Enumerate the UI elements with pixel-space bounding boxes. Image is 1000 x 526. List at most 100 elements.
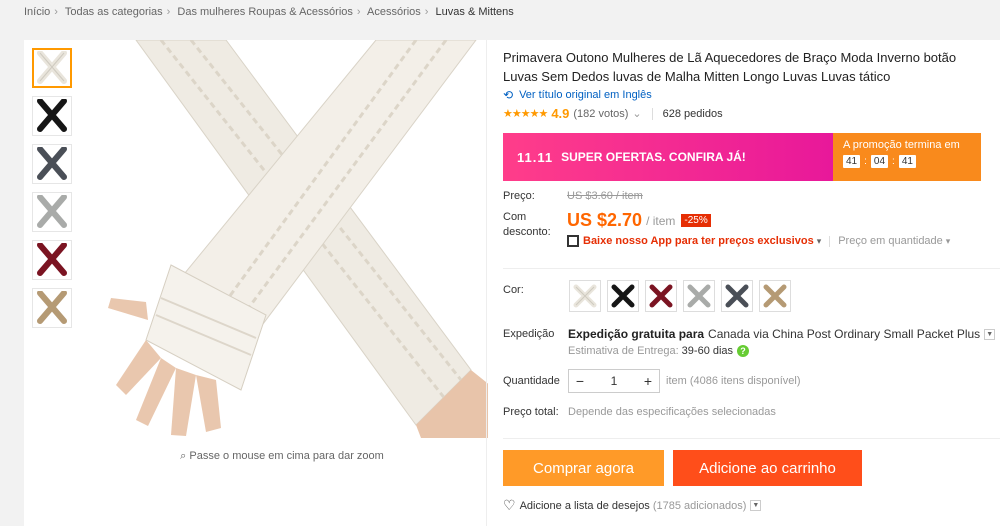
app-promo-row: Baixe nosso App para ter preços exclusiv… [567, 235, 950, 247]
countdown-colon: : [864, 156, 867, 167]
current-price: US $2.70 [567, 210, 643, 230]
product-card: ⌕ Passe o mouse em cima para dar zoom Pr… [24, 40, 1000, 526]
quantity-label: Quantidade [503, 375, 560, 387]
thumbnail-list [32, 48, 74, 336]
promo-offer[interactable]: 11.11 SUPER OFERTAS. CONFIRA JÁ! [503, 133, 833, 181]
old-price: US $3.60 / item [567, 190, 643, 202]
thumbnail-4[interactable] [32, 192, 72, 232]
quantity-stepper: − 1 + [568, 369, 660, 393]
main-product-image[interactable] [76, 40, 488, 438]
orders-count: 628 pedidos [662, 107, 723, 120]
section-divider [503, 438, 1000, 439]
breadcrumb-separator: › [424, 6, 429, 18]
old-price-row: Preço: US $3.60 / item [503, 190, 981, 202]
help-icon[interactable]: ? [737, 345, 750, 357]
total-row: Preço total: Depende das especificações … [503, 406, 776, 418]
discount-price-label: Com desconto: [503, 211, 551, 238]
breadcrumb-separator: › [54, 6, 58, 18]
countdown-colon: : [892, 156, 895, 167]
countdown: 41 : 04 : 41 [843, 155, 981, 168]
color-swatch-cream[interactable] [569, 280, 601, 312]
breadcrumb-accessories[interactable]: Acessórios [367, 6, 421, 18]
promo-badge: 11.11 [517, 149, 554, 165]
rating-row: ★★★★★ 4.9 (182 votos) ⌄ 628 pedidos [503, 106, 1000, 121]
color-selector: Cor: [503, 280, 797, 312]
stock-available: item (4086 itens disponível) [666, 375, 801, 387]
color-swatch-wine[interactable] [645, 280, 677, 312]
rating-score: 4.9 [551, 106, 570, 121]
color-swatch-black[interactable] [607, 280, 639, 312]
breadcrumb-all-categories[interactable]: Todas as categorias [65, 6, 163, 18]
promo-banner[interactable]: 11.11 SUPER OFERTAS. CONFIRA JÁ! A promo… [503, 133, 981, 181]
thumbnail-3[interactable] [32, 144, 72, 184]
shipping-label: Expedição [503, 328, 555, 340]
estimate-days: 39-60 dias [681, 345, 734, 357]
shipping-line: Expedição Expedição gratuita para Canada… [503, 327, 1000, 341]
shipping-destination[interactable]: Canada via China Post Ordinary Small Pac… [708, 327, 980, 341]
app-promo-link[interactable]: Baixe nosso App para ter preços exclusiv… [583, 235, 814, 247]
caret-down-icon[interactable]: ▾ [817, 236, 822, 247]
translate-icon: ⟲ [503, 88, 514, 102]
price-block: Preço: US $3.60 / item Com desconto: US … [503, 190, 981, 247]
translate-link[interactable]: ⟲ Ver título original em Inglês [503, 88, 1000, 102]
search-icon: ⌕ [180, 450, 190, 462]
buy-now-button[interactable]: Comprar agora [503, 450, 664, 486]
promo-text: SUPER OFERTAS. CONFIRA JÁ! [561, 150, 746, 164]
thumbnail-5[interactable] [32, 240, 72, 280]
quantity-row: Quantidade − 1 + item (4086 itens dispon… [503, 369, 801, 393]
color-swatch-khaki[interactable] [759, 280, 791, 312]
color-swatch-dark-gray[interactable] [721, 280, 753, 312]
action-buttons: Comprar agora Adicione ao carrinho [503, 450, 862, 486]
new-price-row: Com desconto: US $2.70 / item -25% Baixe… [503, 210, 981, 247]
wishlist-count: (1785 adicionados) [652, 499, 747, 512]
delivery-estimate: Estimativa de Entrega: 39-60 dias ? [568, 345, 1000, 357]
translate-link-text[interactable]: Ver título original em Inglês [519, 89, 652, 101]
thumbnail-6[interactable] [32, 288, 72, 328]
price-label: Preço: [503, 190, 535, 202]
quantity-input[interactable]: 1 [591, 374, 637, 388]
heart-icon[interactable]: ♡ [503, 497, 516, 514]
wishlist-link[interactable]: Adicione a lista de desejos [520, 500, 650, 512]
chevron-down-icon[interactable]: ▼ [984, 328, 996, 340]
price-separator [829, 235, 831, 247]
estimate-label: Estimativa de Entrega: [568, 345, 679, 357]
color-label: Cor: [503, 284, 524, 296]
star-rating-icon: ★★★★★ [503, 108, 548, 120]
promo-countdown-panel: A promoção termina em 41 : 04 : 41 [833, 133, 981, 181]
zoom-hint: ⌕ Passe o mouse em cima para dar zoom [76, 450, 488, 463]
chevron-down-icon[interactable]: ⌄ [632, 107, 641, 120]
countdown-hours: 41 [843, 155, 861, 168]
decrease-button[interactable]: − [569, 373, 591, 389]
price-unit: / item [646, 213, 676, 228]
breadcrumb-home[interactable]: Início [24, 6, 50, 18]
color-swatch-light-gray[interactable] [683, 280, 715, 312]
wishlist-row[interactable]: ♡ Adicione a lista de desejos (1785 adic… [503, 497, 762, 514]
quantity-price-link[interactable]: Preço em quantidade [838, 235, 943, 247]
free-shipping-text: Expedição gratuita para [568, 327, 705, 341]
caret-down-icon[interactable]: ▾ [946, 236, 951, 247]
breadcrumb: Início › Todas as categorias › Das mulhere… [24, 6, 514, 18]
rating-separator [651, 107, 653, 120]
breadcrumb-current: Luvas & Mittens [435, 6, 514, 18]
countdown-seconds: 41 [898, 155, 916, 168]
product-info: Primavera Outono Mulheres de Lã Aquecedo… [503, 40, 1000, 513]
breadcrumb-women-clothing[interactable]: Das mulheres Roupas & Acessórios [177, 6, 352, 18]
promo-ends-label: A promoção termina em [843, 139, 960, 151]
votes-count[interactable]: (182 votos) [573, 108, 628, 120]
increase-button[interactable]: + [637, 373, 659, 389]
thumbnail-2[interactable] [32, 96, 72, 136]
product-title: Primavera Outono Mulheres de Lã Aquecedo… [503, 50, 957, 84]
column-divider [486, 40, 487, 526]
breadcrumb-separator: › [356, 6, 361, 18]
qr-code-icon [567, 235, 579, 247]
total-label: Preço total: [503, 406, 559, 418]
total-value: Depende das especificações selecionadas [568, 406, 776, 418]
section-divider [503, 268, 1000, 269]
countdown-minutes: 04 [870, 155, 889, 168]
chevron-down-icon[interactable]: ▼ [750, 500, 762, 511]
shipping-section: Expedição Expedição gratuita para Canada… [503, 327, 1000, 357]
thumbnail-1[interactable] [32, 48, 72, 88]
breadcrumb-separator: › [166, 6, 171, 18]
zoom-hint-text: Passe o mouse em cima para dar zoom [189, 450, 384, 462]
add-to-cart-button[interactable]: Adicione ao carrinho [673, 450, 862, 486]
